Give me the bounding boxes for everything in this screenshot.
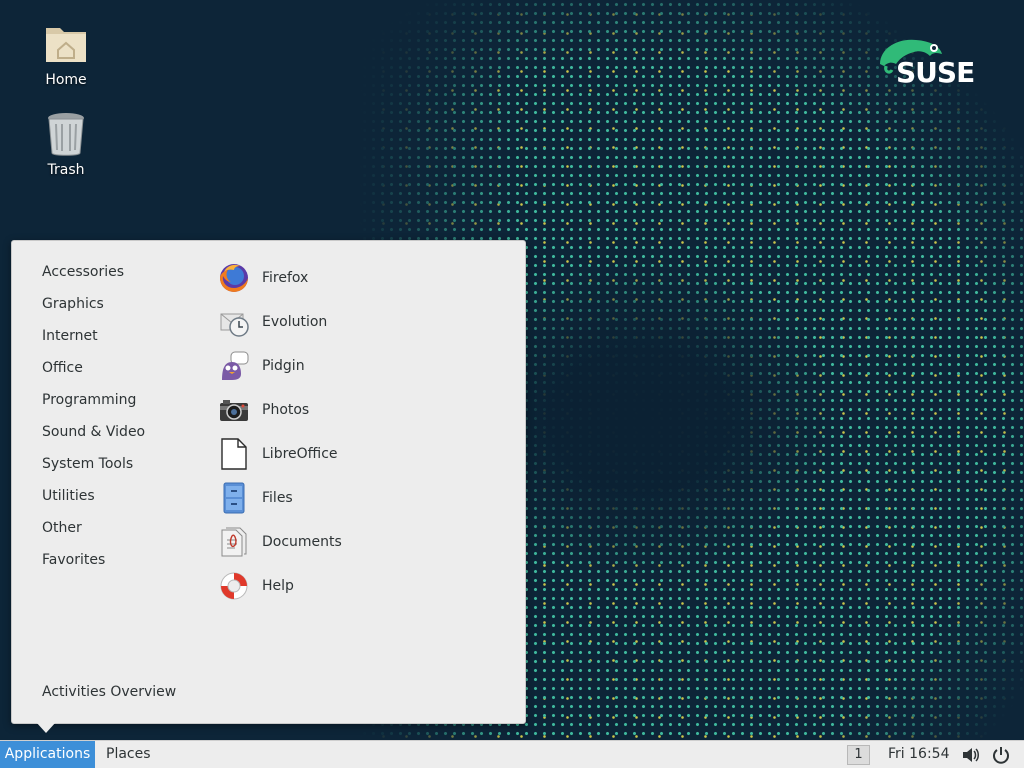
places-menu-button[interactable]: Places — [106, 741, 151, 768]
app-label: Documents — [262, 534, 342, 550]
app-label: LibreOffice — [262, 446, 338, 462]
category-internet[interactable]: Internet — [42, 325, 98, 347]
desktop-icon-label: Trash — [47, 162, 85, 178]
app-label: Help — [262, 578, 294, 594]
volume-icon[interactable] — [962, 747, 980, 763]
app-item-help[interactable]: Help — [218, 568, 478, 604]
category-graphics[interactable]: Graphics — [42, 293, 104, 315]
pidgin-icon — [218, 350, 250, 382]
activities-overview-item[interactable]: Activities Overview — [42, 681, 176, 703]
desktop-icon-trash[interactable]: Trash — [26, 110, 106, 178]
documents-icon — [218, 526, 250, 558]
firefox-icon — [218, 262, 250, 294]
power-icon[interactable] — [992, 746, 1010, 764]
category-favorites[interactable]: Favorites — [42, 549, 105, 571]
category-office[interactable]: Office — [42, 357, 83, 379]
clock[interactable]: Fri 16:54 — [888, 741, 949, 768]
category-utilities[interactable]: Utilities — [42, 485, 95, 507]
home-folder-icon — [42, 20, 90, 68]
category-accessories[interactable]: Accessories — [42, 261, 124, 283]
suse-wordmark: SUSE — [896, 56, 975, 89]
category-other[interactable]: Other — [42, 517, 82, 539]
app-label: Evolution — [262, 314, 328, 330]
app-item-photos[interactable]: Photos — [218, 392, 478, 428]
app-item-firefox[interactable]: Firefox — [218, 260, 478, 296]
app-label: Photos — [262, 402, 310, 418]
category-programming[interactable]: Programming — [42, 389, 136, 411]
applications-menu-button[interactable]: Applications — [0, 741, 95, 768]
app-item-documents[interactable]: Documents — [218, 524, 478, 560]
app-label: Files — [262, 490, 293, 506]
trash-icon — [42, 110, 90, 158]
desktop-icon-label: Home — [45, 72, 87, 88]
app-label: Pidgin — [262, 358, 305, 374]
suse-logo: SUSE — [876, 36, 988, 90]
taskbar: Applications Places 1 Fri 16:54 — [0, 740, 1024, 768]
workspace-indicator[interactable]: 1 — [847, 745, 870, 765]
app-item-pidgin[interactable]: Pidgin — [218, 348, 478, 384]
evolution-icon — [218, 306, 250, 338]
app-item-libreoffice[interactable]: LibreOffice — [218, 436, 478, 472]
category-system-tools[interactable]: System Tools — [42, 453, 133, 475]
files-icon — [218, 482, 250, 514]
libreoffice-icon — [218, 438, 250, 470]
category-sound-video[interactable]: Sound & Video — [42, 421, 145, 443]
help-icon — [218, 570, 250, 602]
desktop-icon-home[interactable]: Home — [26, 20, 106, 88]
menu-pointer — [36, 722, 56, 733]
app-item-files[interactable]: Files — [218, 480, 478, 516]
photos-icon — [218, 394, 250, 426]
applications-menu: Accessories Graphics Internet Office Pro… — [11, 240, 526, 724]
app-item-evolution[interactable]: Evolution — [218, 304, 478, 340]
app-label: Firefox — [262, 270, 309, 286]
